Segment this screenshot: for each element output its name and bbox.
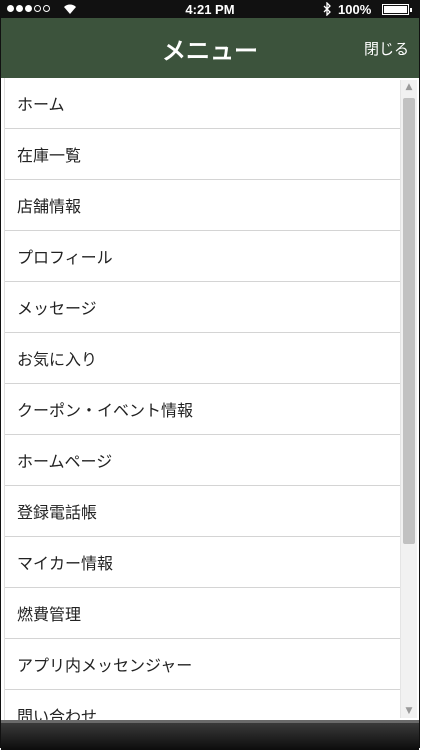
menu-item-fuel-management[interactable]: 燃費管理 (5, 588, 401, 639)
battery-nub (410, 8, 412, 12)
menu-item-coupons-events[interactable]: クーポン・イベント情報 (5, 384, 401, 435)
menu-item-homepage[interactable]: ホームページ (5, 435, 401, 486)
menu-item-my-car[interactable]: マイカー情報 (5, 537, 401, 588)
menu-item-messages[interactable]: メッセージ (5, 282, 401, 333)
menu-list: ホーム 在庫一覧 店舗情報 プロフィール メッセージ お気に入り クーポン・イベ… (4, 78, 401, 720)
menu-item-messenger[interactable]: アプリ内メッセンジャー (5, 639, 401, 690)
menu-item-inventory[interactable]: 在庫一覧 (5, 129, 401, 180)
menu-item-phonebook[interactable]: 登録電話帳 (5, 486, 401, 537)
menu-item-profile[interactable]: プロフィール (5, 231, 401, 282)
scrollbar[interactable]: ▲ ▼ (400, 80, 417, 718)
status-bar: 4:21 PM 100% (1, 1, 419, 18)
menu-item-contact[interactable]: 問い合わせ (5, 690, 401, 720)
battery-icon (382, 4, 412, 15)
scroll-up-arrow-icon[interactable]: ▲ (401, 80, 417, 94)
menu-item-home[interactable]: ホーム (5, 78, 401, 129)
close-button[interactable]: 閉じる (364, 38, 409, 59)
menu-item-store-info[interactable]: 店舗情報 (5, 180, 401, 231)
scroll-down-arrow-icon[interactable]: ▼ (401, 704, 417, 718)
menu-item-favorites[interactable]: お気に入り (5, 333, 401, 384)
scrollbar-thumb[interactable] (403, 98, 415, 544)
battery-percentage: 100% (338, 2, 372, 17)
bluetooth-icon (322, 1, 332, 19)
navigation-bar: メニュー 閉じる (1, 18, 419, 78)
page-title: メニュー (162, 37, 258, 65)
bottom-bar (1, 720, 419, 750)
battery-fill (384, 6, 407, 13)
